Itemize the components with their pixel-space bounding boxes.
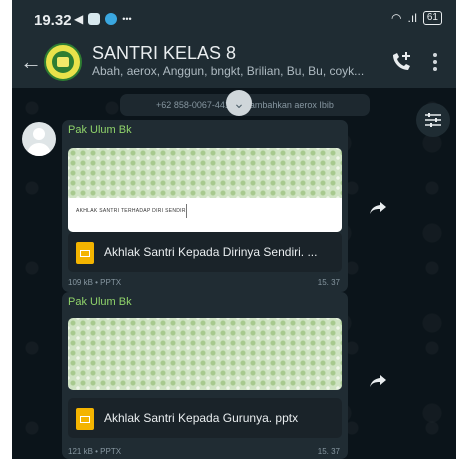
document-name: Akhlak Santri Kepada Dirinya Sendiri. ..… <box>104 245 318 259</box>
battery-icon: 61 <box>422 11 442 25</box>
scroll-down-icon[interactable]: ⌄ <box>226 90 252 116</box>
document-attachment[interactable]: Akhlak Santri Kepada Gurunya. pptx <box>68 398 342 438</box>
slides-file-icon <box>76 408 94 430</box>
add-call-icon[interactable] <box>388 49 414 75</box>
status-bar: 19.32 ◀ ••• ◠ .ıl 61 <box>12 0 456 38</box>
wifi-icon: ◠ <box>391 11 402 25</box>
more-options-icon[interactable] <box>432 50 438 74</box>
message-time: 15. 37 <box>317 278 340 287</box>
document-name: Akhlak Santri Kepada Gurunya. pptx <box>104 411 299 425</box>
extra-icon: ••• <box>122 14 132 24</box>
status-notification-icons: ◀ ••• <box>74 12 132 26</box>
document-meta: 121 kB • PPTX <box>68 447 122 456</box>
message-bubble[interactable]: Pak Ulum Bk AKHLAK SANTRI TERHADAP DIRI … <box>62 120 348 292</box>
messenger-icon <box>105 13 118 25</box>
status-time: 19.32 <box>34 12 72 29</box>
document-meta: 109 kB • PPTX <box>68 278 122 287</box>
document-preview[interactable] <box>68 318 342 390</box>
forward-icon[interactable] <box>364 367 392 395</box>
chat-header[interactable]: ← SANTRI KELAS 8 Abah, aerox, Anggun, bn… <box>12 38 456 88</box>
sender-name[interactable]: Pak Ulum Bk <box>68 296 132 308</box>
document-preview[interactable]: AKHLAK SANTRI TERHADAP DIRI SENDIRI <box>68 148 342 232</box>
navigation-icon: ◀ <box>74 12 84 26</box>
message-time: 15. 37 <box>317 447 340 456</box>
message-bubble[interactable]: Pak Ulum Bk Akhlak Santri Kepada Gurunya… <box>62 292 348 459</box>
signal-icon: .ıl <box>407 11 417 25</box>
document-attachment[interactable]: Akhlak Santri Kepada Dirinya Sendiri. ..… <box>68 232 342 272</box>
filter-icon[interactable] <box>416 103 450 137</box>
back-arrow-icon[interactable]: ← <box>20 51 42 73</box>
group-title[interactable]: SANTRI KELAS 8 <box>92 43 236 64</box>
slides-file-icon <box>76 242 94 264</box>
status-system-icons: ◠ .ıl 61 <box>391 11 442 25</box>
sender-avatar[interactable] <box>22 122 56 156</box>
forward-icon[interactable] <box>364 194 392 222</box>
group-avatar[interactable] <box>44 43 82 81</box>
sender-name[interactable]: Pak Ulum Bk <box>68 124 132 136</box>
group-members[interactable]: Abah, aerox, Anggun, bngkt, Brilian, Bu,… <box>92 64 382 78</box>
gallery-icon <box>88 13 101 25</box>
preview-caption: AKHLAK SANTRI TERHADAP DIRI SENDIRI <box>76 208 188 214</box>
phone-screen: 19.32 ◀ ••• ◠ .ıl 61 ← SANTRI KELAS 8 Ab… <box>12 0 456 459</box>
